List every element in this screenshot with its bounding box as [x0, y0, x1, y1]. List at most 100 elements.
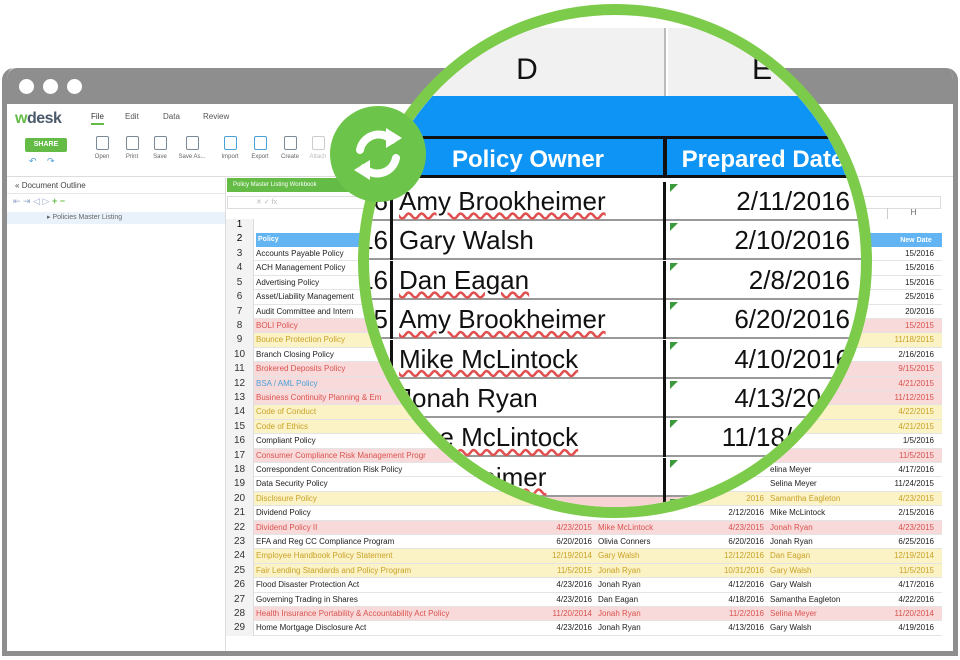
- cell[interactable]: 6/20/2016: [526, 535, 594, 549]
- policy-cell[interactable]: Flood Disaster Protection Act: [256, 578, 524, 592]
- redo-icon[interactable]: ↷: [47, 156, 55, 167]
- row-number[interactable]: 20: [226, 491, 254, 507]
- row-number[interactable]: 6: [226, 290, 254, 305]
- policy-cell[interactable]: Governing Trading in Shares: [256, 593, 524, 607]
- window-dot-icon[interactable]: [19, 79, 34, 94]
- cell[interactable]: 11/18/2015: [870, 333, 938, 347]
- import-button[interactable]: Import: [213, 136, 247, 160]
- owner-cell[interactable]: Dan Eagan: [390, 260, 666, 300]
- cell[interactable]: 4/23/2015: [870, 492, 938, 506]
- row-number[interactable]: 11: [226, 362, 254, 377]
- row-number[interactable]: 19: [226, 477, 254, 492]
- cell[interactable]: Gary Walsh: [596, 549, 696, 563]
- cell[interactable]: Samantha Eagleton: [768, 593, 868, 607]
- row-number[interactable]: 13: [226, 391, 254, 406]
- cell[interactable]: Jonah Ryan: [596, 621, 696, 635]
- export-button[interactable]: Export: [243, 136, 277, 160]
- owner-cell[interactable]: Mike McLintock: [390, 339, 666, 379]
- row-number[interactable]: 27: [226, 592, 254, 607]
- row-number[interactable]: 16: [226, 434, 254, 449]
- date-cell[interactable]: 11/18/2016: [668, 418, 858, 457]
- cell[interactable]: Dan Eagan: [768, 549, 868, 563]
- cell[interactable]: 4/13/2016: [698, 621, 766, 635]
- menu-data[interactable]: Data: [163, 112, 180, 121]
- row-number[interactable]: 29: [226, 621, 254, 636]
- cell[interactable]: 11/12/2015: [870, 391, 938, 405]
- cell[interactable]: 11/24/2015: [870, 477, 938, 491]
- cell[interactable]: Dan Eagan: [596, 593, 696, 607]
- row-number[interactable]: 5: [226, 275, 254, 291]
- row-number[interactable]: 14: [226, 405, 254, 420]
- cell[interactable]: 4/22/2016: [870, 593, 938, 607]
- undo-icon[interactable]: ↶: [29, 156, 37, 167]
- menu-review[interactable]: Review: [203, 112, 229, 121]
- cell[interactable]: Olivia Conners: [596, 535, 696, 549]
- policy-cell[interactable]: EFA and Reg CC Compliance Program: [256, 535, 524, 549]
- cell[interactable]: 9/15/2015: [870, 362, 938, 376]
- cell[interactable]: 2/16/2016: [870, 348, 938, 362]
- owner-cell[interactable]: Mike McLintock: [390, 418, 666, 458]
- cell[interactable]: Gary Walsh: [768, 564, 868, 578]
- date-cell[interactable]: 2/11/2016: [668, 182, 858, 221]
- cell[interactable]: 11/5/2015: [526, 564, 594, 578]
- cell[interactable]: 6/20/2016: [698, 535, 766, 549]
- row-number[interactable]: 28: [226, 607, 254, 622]
- date-cell[interactable]: 2/8/2016: [668, 261, 858, 300]
- row-stub[interactable]: 16: [369, 261, 388, 300]
- policy-cell[interactable]: Health Insurance Portability & Accountab…: [256, 607, 524, 621]
- date-cell[interactable]: 2/2/2: [668, 458, 858, 497]
- cell[interactable]: 4/23/2016: [526, 621, 594, 635]
- cell[interactable]: 15/2015: [870, 319, 938, 333]
- cell[interactable]: 4/12/2016: [698, 578, 766, 592]
- header-policy-owner[interactable]: Policy Owner: [390, 136, 666, 178]
- owner-cell[interactable]: Brookheimer: [390, 457, 666, 497]
- cell[interactable]: Jonah Ryan: [596, 564, 696, 578]
- save-as-button[interactable]: Save As...: [175, 136, 209, 160]
- row-number[interactable]: 18: [226, 463, 254, 478]
- policy-cell[interactable]: Employee Handbook Policy Statement: [256, 549, 524, 563]
- cell[interactable]: 25/2016: [870, 290, 938, 304]
- cell[interactable]: 4/19/2016: [870, 621, 938, 635]
- cell[interactable]: 6/25/2016: [870, 535, 938, 549]
- owner-cell[interactable]: Gary Walsh: [390, 221, 666, 261]
- cell[interactable]: 11/20/2014: [526, 607, 594, 621]
- date-cell[interactable]: 4/13/2016: [668, 379, 858, 418]
- save-button[interactable]: Save: [143, 136, 177, 160]
- row-number[interactable]: 9: [226, 333, 254, 348]
- cell[interactable]: 11/5/2015: [870, 449, 938, 463]
- cell[interactable]: 15/2016: [870, 247, 938, 261]
- cell[interactable]: Mike McLintock: [596, 521, 696, 535]
- cell[interactable]: 4/23/2015: [526, 521, 594, 535]
- row-number[interactable]: 22: [226, 520, 254, 535]
- cell[interactable]: 4/23/2016: [526, 593, 594, 607]
- cell[interactable]: Jonah Ryan: [768, 535, 868, 549]
- outline-arrows-icon[interactable]: ⇤ ⇥ ◁ ▷: [13, 196, 49, 206]
- add-icon[interactable]: +: [52, 196, 57, 206]
- menu-file[interactable]: File: [91, 112, 104, 125]
- row-stub[interactable]: 16: [369, 221, 388, 260]
- row-number[interactable]: 10: [226, 347, 254, 363]
- row-number[interactable]: 15: [226, 419, 254, 435]
- menu-edit[interactable]: Edit: [125, 112, 139, 121]
- cell[interactable]: 4/17/2016: [870, 463, 938, 477]
- policy-cell[interactable]: Fair Lending Standards and Policy Progra…: [256, 564, 524, 578]
- cell[interactable]: 11/20/2014: [870, 607, 938, 621]
- cell[interactable]: 2/15/2016: [870, 506, 938, 520]
- cell[interactable]: Jonah Ryan: [768, 521, 868, 535]
- row-number[interactable]: 26: [226, 578, 254, 593]
- owner-cell[interactable]: Jonah Ryan: [390, 379, 666, 418]
- cell[interactable]: 4/21/2015: [870, 420, 938, 434]
- collapse-icon[interactable]: «: [15, 181, 19, 190]
- share-button[interactable]: SHARE: [25, 138, 67, 152]
- policy-cell[interactable]: Home Mortgage Disclosure Act: [256, 621, 524, 635]
- row-number[interactable]: 4: [226, 261, 254, 276]
- row-number[interactable]: 23: [226, 535, 254, 550]
- owner-cell[interactable]: Amy Brookheimer: [390, 300, 666, 340]
- cell[interactable]: 11/2/2016: [698, 607, 766, 621]
- cell[interactable]: Mike McLintock: [768, 506, 868, 520]
- cell[interactable]: 1/5/2016: [870, 434, 938, 448]
- row-number[interactable]: 21: [226, 506, 254, 521]
- cell[interactable]: 15/2016: [870, 276, 938, 290]
- cell[interactable]: 20/2016: [870, 305, 938, 319]
- row-number[interactable]: 8: [226, 319, 254, 334]
